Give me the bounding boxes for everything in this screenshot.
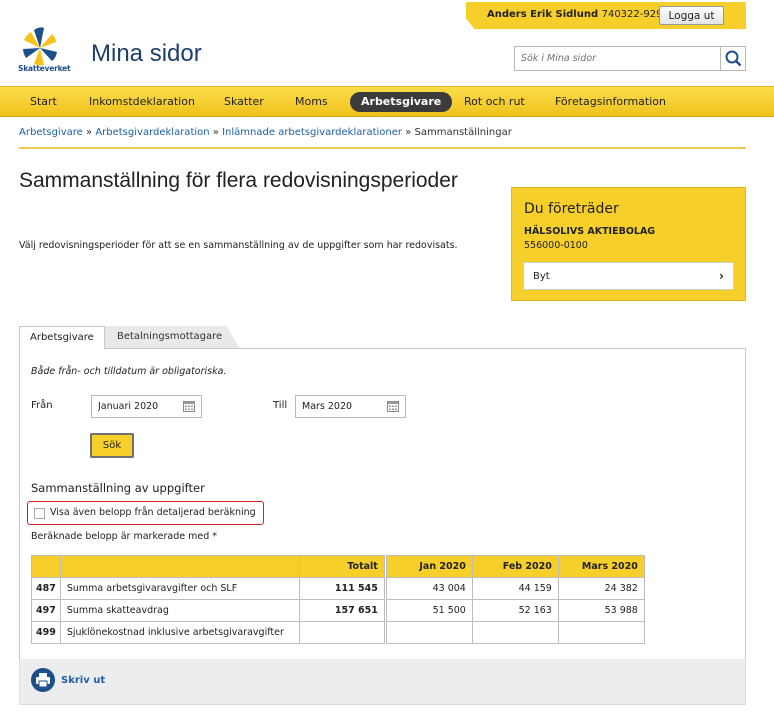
row-month-value [471, 621, 559, 644]
detailed-calc-checkbox[interactable] [34, 508, 45, 519]
change-company-label: Byt [533, 271, 550, 282]
row-month-value: 44 159 [471, 577, 559, 600]
logo-text: Skatteverket [18, 64, 71, 73]
breadcrumb-separator: » [212, 127, 219, 138]
printer-icon[interactable] [31, 668, 55, 692]
row-month-value: 53 988 [557, 599, 645, 622]
to-label: Till [273, 400, 288, 411]
calendar-icon[interactable] [183, 401, 195, 412]
table-header-blank [31, 555, 61, 578]
table-row: 497 Summa skatteavdrag 157 651 51 500 52… [31, 599, 645, 622]
nav-item-inkomstdeklaration[interactable]: Inkomstdeklaration [89, 92, 195, 112]
table-header-blank [59, 555, 300, 578]
row-month-value: 43 004 [385, 577, 473, 600]
tab-label: Arbetsgivare [30, 332, 94, 343]
represent-org-number: 556000-0100 [524, 240, 588, 251]
row-code: 487 [31, 577, 61, 600]
from-label: Från [31, 400, 53, 411]
print-link[interactable]: Skriv ut [61, 675, 105, 686]
row-code: 499 [31, 621, 61, 644]
chevron-right-icon: › [719, 269, 724, 283]
table-row: 487 Summa arbetsgivaravgifter och SLF 11… [31, 577, 645, 600]
nav-item-moms[interactable]: Moms [295, 92, 328, 112]
breadcrumb-separator: » [405, 127, 412, 138]
search-icon [725, 50, 742, 67]
user-bar: Anders Erik Sidlund 740322-9292 Logga ut [466, 2, 746, 29]
summary-table: Totalt Jan 2020 Feb 2020 Mars 2020 487 S… [31, 555, 645, 644]
table-header-month: Feb 2020 [471, 555, 559, 578]
nav-item-skatter[interactable]: Skatter [224, 92, 264, 112]
table-header-month: Jan 2020 [385, 555, 473, 578]
nav-item-rot-och-rut[interactable]: Rot och rut [464, 92, 525, 112]
form-hint: Både från- och tilldatum är obligatorisk… [31, 366, 227, 377]
row-total: 111 545 [298, 577, 385, 600]
nav-item-start[interactable]: Start [30, 92, 57, 112]
detailed-calc-checkbox-row[interactable]: Visa även belopp från detaljerad beräkni… [27, 501, 264, 525]
breadcrumb-link-inlamnade[interactable]: Inlämnade arbetsgivardeklarationer [222, 127, 402, 138]
row-month-value: 24 382 [557, 577, 645, 600]
from-date-input[interactable] [92, 396, 177, 417]
breadcrumb: Arbetsgivare » Arbetsgivardeklaration » … [19, 127, 512, 138]
breadcrumb-separator: » [86, 127, 93, 138]
row-description: Sjuklönekostnad inklusive arbetsgivaravg… [59, 621, 300, 644]
nav-item-foretagsinformation[interactable]: Företagsinformation [555, 92, 666, 112]
row-month-value: 51 500 [385, 599, 473, 622]
row-month-value [557, 621, 645, 644]
action-bar [19, 659, 746, 705]
calculated-note: Beräknade belopp är markerade med * [31, 531, 217, 542]
row-code: 497 [31, 599, 61, 622]
row-month-value [385, 621, 473, 644]
breadcrumb-link-arbetsgivare[interactable]: Arbetsgivare [19, 127, 83, 138]
user-name: Anders Erik Sidlund [487, 9, 599, 20]
page-title: Sammanställning för flera redovisningspe… [19, 169, 458, 192]
search-button[interactable] [720, 47, 745, 70]
table-header-row: Totalt Jan 2020 Feb 2020 Mars 2020 [31, 555, 645, 578]
tab-betalningsmottagare[interactable]: Betalningsmottagare [104, 326, 240, 348]
calendar-icon[interactable] [387, 401, 399, 412]
table-row: 499 Sjuklönekostnad inklusive arbetsgiva… [31, 621, 645, 644]
search-submit-button[interactable]: Sök [90, 433, 134, 458]
table-header-total: Totalt [298, 555, 385, 578]
row-month-value: 52 163 [471, 599, 559, 622]
tab-label: Betalningsmottagare [117, 331, 223, 342]
row-description: Summa arbetsgivaravgifter och SLF [59, 577, 300, 600]
main-nav: Start Inkomstdeklaration Skatter Moms Ar… [0, 86, 774, 117]
represent-company: HÄLSOLIVS AKTIEBOLAG [524, 226, 656, 237]
user-info: Anders Erik Sidlund 740322-9292 [487, 9, 669, 20]
represent-box: Du företräder HÄLSOLIVS AKTIEBOLAG 55600… [511, 187, 746, 301]
row-total: 157 651 [298, 599, 385, 622]
row-total [298, 621, 385, 644]
nav-item-arbetsgivare[interactable]: Arbetsgivare [350, 92, 453, 112]
tab-arbetsgivare[interactable]: Arbetsgivare [19, 326, 105, 349]
search-input[interactable] [515, 47, 720, 70]
row-description: Summa skatteavdrag [59, 599, 300, 622]
logout-button[interactable]: Logga ut [659, 6, 724, 25]
site-title[interactable]: Mina sidor [91, 40, 202, 68]
detailed-calc-label[interactable]: Visa även belopp från detaljerad beräkni… [50, 507, 256, 518]
from-date-field [91, 395, 202, 418]
summary-title: Sammanställning av uppgifter [31, 481, 205, 495]
breadcrumb-link-arbetsgivardeklaration[interactable]: Arbetsgivardeklaration [95, 127, 209, 138]
table-header-month: Mars 2020 [557, 555, 645, 578]
to-date-field [295, 395, 406, 418]
search-box [514, 46, 746, 71]
breadcrumb-current: Sammanställningar [414, 127, 512, 138]
represent-title: Du företräder [524, 201, 619, 217]
page-description: Välj redovisningsperioder för att se en … [19, 240, 458, 251]
divider [19, 147, 746, 149]
change-company-button[interactable]: Byt › [523, 262, 734, 290]
to-date-input[interactable] [296, 396, 381, 417]
